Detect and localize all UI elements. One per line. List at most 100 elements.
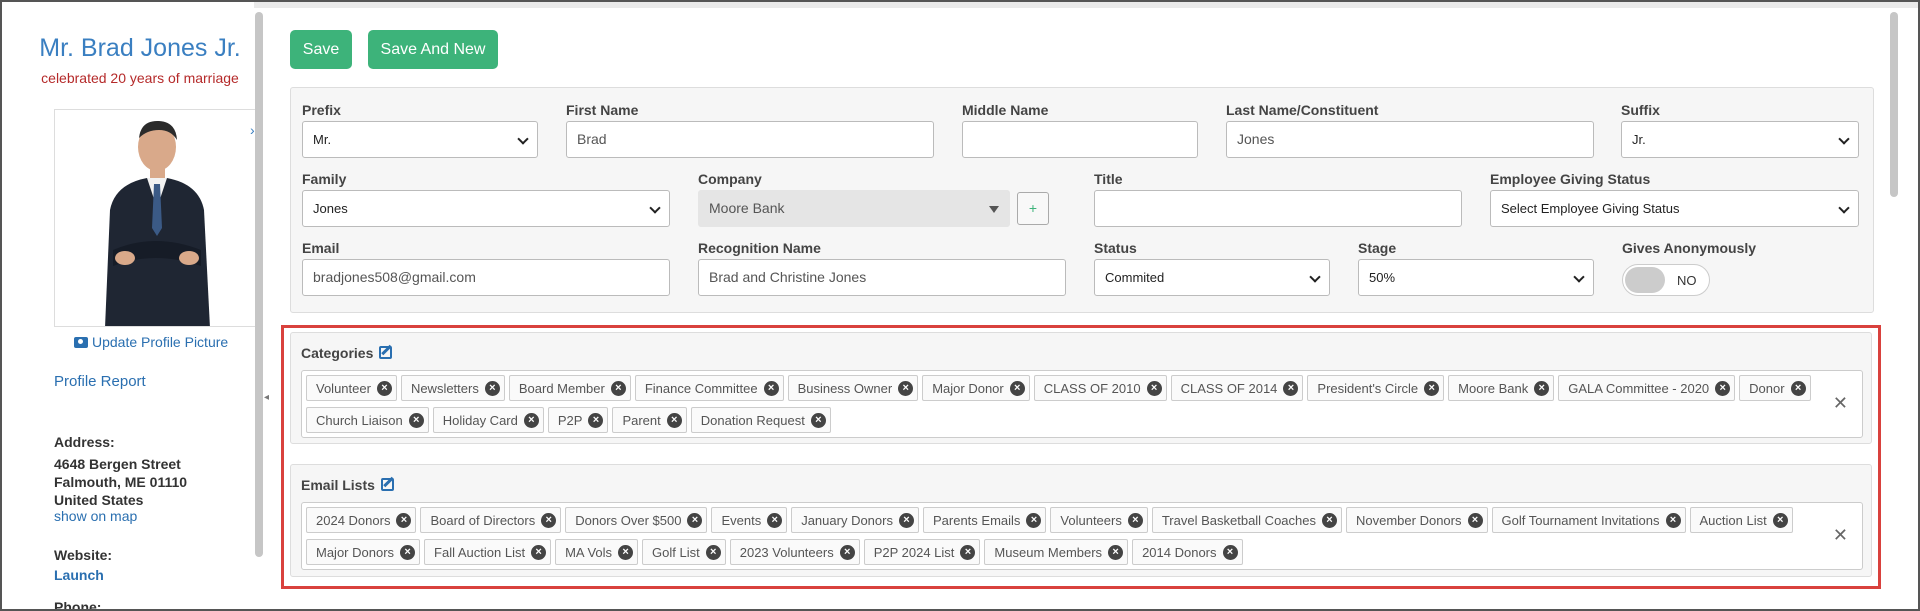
tag-label: Travel Basketball Coaches xyxy=(1161,512,1316,528)
remove-tag-icon[interactable]: × xyxy=(1772,512,1788,528)
collapse-sidebar-icon[interactable]: ◂ xyxy=(264,392,269,403)
email-list-tag: Auction List × xyxy=(1689,507,1793,533)
email-lists-title-text: Email Lists xyxy=(301,477,375,493)
remove-tag-icon[interactable]: × xyxy=(541,512,557,528)
remove-tag-icon[interactable]: × xyxy=(618,544,634,560)
categories-title: Categories xyxy=(301,345,393,361)
tag-label: Newsletters xyxy=(410,380,479,396)
tag-label: MA Vols xyxy=(565,544,613,560)
category-tag: Holiday Card × xyxy=(432,407,544,433)
recognition-name-input[interactable]: Brad and Christine Jones xyxy=(698,259,1066,296)
title-input[interactable] xyxy=(1094,190,1462,227)
remove-tag-icon[interactable]: × xyxy=(523,412,539,428)
family-select[interactable]: Jones xyxy=(302,190,670,227)
employee-giving-select[interactable]: Select Employee Giving Status xyxy=(1490,190,1859,227)
tag-label: Finance Committee xyxy=(644,380,758,396)
remove-tag-icon[interactable]: × xyxy=(960,544,976,560)
remove-tag-icon[interactable]: × xyxy=(666,412,682,428)
category-tag: GALA Committee - 2020 × xyxy=(1558,375,1736,401)
stage-select[interactable]: 50% xyxy=(1358,259,1594,296)
update-profile-picture-link[interactable]: Update Profile Picture xyxy=(74,334,228,350)
tag-label: Holiday Card xyxy=(442,412,518,428)
remove-tag-icon[interactable]: × xyxy=(1790,380,1806,396)
save-and-new-button[interactable]: Save And New xyxy=(368,30,498,69)
tag-label: CLASS OF 2014 xyxy=(1180,380,1278,396)
tag-label: P2P xyxy=(557,412,583,428)
categories-tag-input[interactable]: Volunteer × Newsletters × Board Member × Finan… xyxy=(301,370,1863,438)
email-list-tag: November Donors × xyxy=(1346,507,1488,533)
expand-icon[interactable]: › xyxy=(250,122,255,138)
remove-tag-icon[interactable]: × xyxy=(376,380,392,396)
remove-tag-icon[interactable]: × xyxy=(898,380,914,396)
remove-tag-icon[interactable]: × xyxy=(1283,380,1299,396)
main-scrollbar[interactable] xyxy=(1890,12,1898,197)
edit-icon[interactable] xyxy=(379,346,393,359)
remove-tag-icon[interactable]: × xyxy=(839,544,855,560)
first-name-input[interactable]: Brad xyxy=(566,121,934,158)
remove-tag-icon[interactable]: × xyxy=(705,544,721,560)
remove-tag-icon[interactable]: × xyxy=(687,512,703,528)
profile-sidebar: Mr. Brad Jones Jr. celebrated 20 years o… xyxy=(2,2,256,609)
remove-tag-icon[interactable]: × xyxy=(396,512,412,528)
add-company-button[interactable]: + xyxy=(1017,192,1049,225)
remove-tag-icon[interactable]: × xyxy=(484,380,500,396)
remove-tag-icon[interactable]: × xyxy=(610,380,626,396)
tag-label: P2P 2024 List xyxy=(873,544,955,560)
category-tag: Business Owner × xyxy=(787,375,919,401)
remove-tag-icon[interactable]: × xyxy=(1467,512,1483,528)
remove-tag-icon[interactable]: × xyxy=(531,544,547,560)
tag-label: November Donors xyxy=(1356,512,1462,528)
category-tag: Finance Committee × xyxy=(634,375,784,401)
remove-tag-icon[interactable]: × xyxy=(810,412,826,428)
edit-icon[interactable] xyxy=(380,478,394,491)
remove-tag-icon[interactable]: × xyxy=(400,544,416,560)
tag-label: Golf List xyxy=(652,544,700,560)
remove-tag-icon[interactable]: × xyxy=(1665,512,1681,528)
email-input[interactable]: bradjones508@gmail.com xyxy=(302,259,670,296)
remove-tag-icon[interactable]: × xyxy=(1108,544,1124,560)
remove-tag-icon[interactable]: × xyxy=(1146,380,1162,396)
remove-tag-icon[interactable]: × xyxy=(1424,380,1440,396)
tag-label: Auction List xyxy=(1699,512,1767,528)
remove-tag-icon[interactable]: × xyxy=(898,512,914,528)
middle-name-label: Middle Name xyxy=(962,102,1049,118)
remove-tag-icon[interactable]: × xyxy=(588,412,604,428)
profile-photo xyxy=(54,109,256,327)
email-lists-tag-input[interactable]: 2024 Donors × Board of Directors × Donors Ov… xyxy=(301,502,1863,570)
remove-tag-icon[interactable]: × xyxy=(1009,380,1025,396)
email-list-tag: Parents Emails × xyxy=(922,507,1047,533)
email-list-tag: Golf List × xyxy=(642,539,726,565)
remove-tag-icon[interactable]: × xyxy=(767,512,783,528)
toggle-state: NO xyxy=(1677,273,1697,288)
tag-label: CLASS OF 2010 xyxy=(1043,380,1141,396)
clear-categories-icon[interactable]: ✕ xyxy=(1833,393,1848,414)
profile-report-link[interactable]: Profile Report xyxy=(54,373,146,390)
company-select[interactable]: Moore Bank xyxy=(698,190,1010,227)
show-on-map-link[interactable]: show on map xyxy=(54,508,137,524)
remove-tag-icon[interactable]: × xyxy=(1534,380,1550,396)
remove-tag-icon[interactable]: × xyxy=(1715,380,1731,396)
status-select[interactable]: Commited xyxy=(1094,259,1330,296)
categories-tag-list: Volunteer × Newsletters × Board Member × Finan… xyxy=(306,375,1821,439)
save-button[interactable]: Save xyxy=(290,30,352,69)
clear-email-lists-icon[interactable]: ✕ xyxy=(1833,525,1848,546)
category-tag: Parent × xyxy=(612,407,687,433)
middle-name-input[interactable] xyxy=(962,121,1198,158)
suffix-select[interactable]: Jr. xyxy=(1621,121,1859,158)
prefix-select[interactable]: Mr. xyxy=(302,121,538,158)
last-name-input[interactable]: Jones xyxy=(1226,121,1594,158)
remove-tag-icon[interactable]: × xyxy=(1322,512,1337,528)
website-launch-link[interactable]: Launch xyxy=(54,567,104,583)
remove-tag-icon[interactable]: × xyxy=(1222,544,1238,560)
tag-label: Golf Tournament Invitations xyxy=(1501,512,1660,528)
sidebar-scrollbar[interactable] xyxy=(255,12,263,557)
email-lists-title: Email Lists xyxy=(301,477,394,493)
remove-tag-icon[interactable]: × xyxy=(408,412,424,428)
remove-tag-icon[interactable]: × xyxy=(763,380,779,396)
remove-tag-icon[interactable]: × xyxy=(1026,512,1042,528)
category-tag: Volunteer × xyxy=(306,375,397,401)
address-line: Falmouth, ME 01110 xyxy=(54,474,188,490)
gives-anonymously-toggle[interactable]: NO xyxy=(1622,264,1710,296)
remove-tag-icon[interactable]: × xyxy=(1127,512,1143,528)
update-picture-label: Update Profile Picture xyxy=(92,334,229,350)
